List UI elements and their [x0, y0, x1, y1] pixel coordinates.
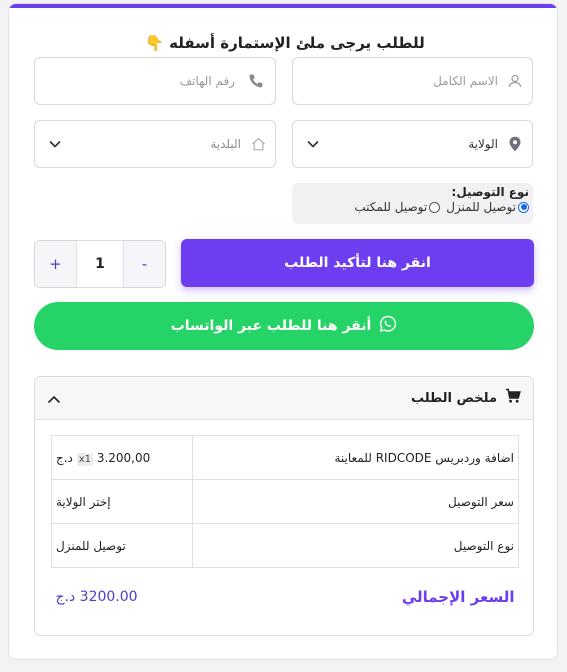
- radio-unchecked-icon[interactable]: [429, 201, 441, 213]
- delivery-office-label: توصيل للمكتب: [354, 200, 428, 214]
- delivery-type-row-value: توصيل للمنزل: [51, 523, 193, 568]
- table-row: اضافة وردبريس RIDCODE للمعاينة x1 3.200,…: [51, 435, 519, 480]
- cart-icon: [505, 388, 521, 408]
- total-price-value: 3200.00 د.ج: [55, 588, 138, 605]
- phone-placeholder: رقم الهاتف: [179, 74, 235, 88]
- accent-top-bar: [9, 4, 557, 8]
- delivery-type-label: نوع التوصيل:: [451, 185, 529, 199]
- order-form-card: للطلب يرجى ملئ الإستمارة أسفله 👇 الاسم ا…: [8, 3, 558, 660]
- user-icon: [498, 74, 532, 88]
- delivery-office-radio[interactable]: توصيل للمكتب: [354, 200, 441, 214]
- whatsapp-icon: [379, 315, 397, 337]
- product-price: 3.200,00 د.ج: [56, 450, 151, 465]
- total-price-label: السعر الإجمالي: [401, 587, 515, 606]
- municipality-select[interactable]: البلدية: [34, 120, 276, 168]
- confirm-order-button[interactable]: انقر هنا لتأكيد الطلب: [181, 239, 534, 287]
- confirm-order-label: انقر هنا لتأكيد الطلب: [284, 255, 431, 271]
- delivery-home-label: توصيل للمنزل: [446, 200, 516, 214]
- radio-checked-icon[interactable]: [518, 201, 529, 213]
- delivery-type-group: نوع التوصيل: توصيل للمنزل توصيل للمكتب: [292, 183, 533, 224]
- state-select-value: الولاية: [468, 137, 498, 151]
- full-name-field[interactable]: الاسم الكامل: [292, 57, 533, 105]
- order-summary: ملخص الطلب اضافة وردبريس RIDCODE للمعاين…: [34, 376, 534, 636]
- chevron-up-icon[interactable]: [47, 389, 61, 408]
- quantity-value[interactable]: 1: [76, 241, 124, 287]
- whatsapp-order-label: أنقر هنا للطلب عبر الواتساب: [170, 318, 372, 334]
- phone-icon: [237, 73, 275, 89]
- chevron-down-icon: [293, 140, 333, 148]
- order-summary-table: اضافة وردبريس RIDCODE للمعاينة x1 3.200,…: [51, 435, 519, 626]
- whatsapp-order-button[interactable]: أنقر هنا للطلب عبر الواتساب: [34, 302, 534, 350]
- decrease-quantity-button[interactable]: -: [124, 241, 165, 287]
- shipping-price-value: إختر الولاية: [51, 479, 193, 524]
- form-title: للطلب يرجى ملئ الإستمارة أسفله 👇: [9, 34, 557, 52]
- delivery-type-row-label: نوع التوصيل: [192, 523, 519, 568]
- table-row: سعر التوصيل إختر الولاية: [51, 479, 519, 524]
- product-name-cell: اضافة وردبريس RIDCODE للمعاينة: [192, 435, 519, 480]
- delivery-home-radio[interactable]: توصيل للمنزل: [446, 200, 529, 214]
- municipality-select-value: البلدية: [210, 137, 241, 151]
- product-qty-badge: x1: [76, 452, 93, 466]
- total-row: السعر الإجمالي 3200.00 د.ج: [52, 568, 519, 626]
- table-row: نوع التوصيل توصيل للمنزل: [51, 523, 519, 568]
- increase-quantity-button[interactable]: +: [35, 241, 76, 287]
- state-select[interactable]: الولاية: [292, 120, 533, 168]
- quantity-stepper: + 1 -: [34, 240, 166, 288]
- order-summary-header[interactable]: ملخص الطلب: [35, 377, 533, 420]
- order-summary-title: ملخص الطلب: [410, 390, 497, 406]
- map-pin-icon: [498, 136, 532, 152]
- phone-field[interactable]: رقم الهاتف: [34, 57, 276, 105]
- pointing-down-icon: 👇: [145, 34, 164, 52]
- product-price-cell: x1 3.200,00 د.ج: [51, 435, 193, 480]
- home-icon: [241, 137, 275, 151]
- form-title-text: للطلب يرجى ملئ الإستمارة أسفله: [169, 34, 425, 52]
- full-name-placeholder: الاسم الكامل: [433, 74, 498, 88]
- shipping-price-label: سعر التوصيل: [192, 479, 519, 524]
- chevron-down-icon: [35, 140, 75, 148]
